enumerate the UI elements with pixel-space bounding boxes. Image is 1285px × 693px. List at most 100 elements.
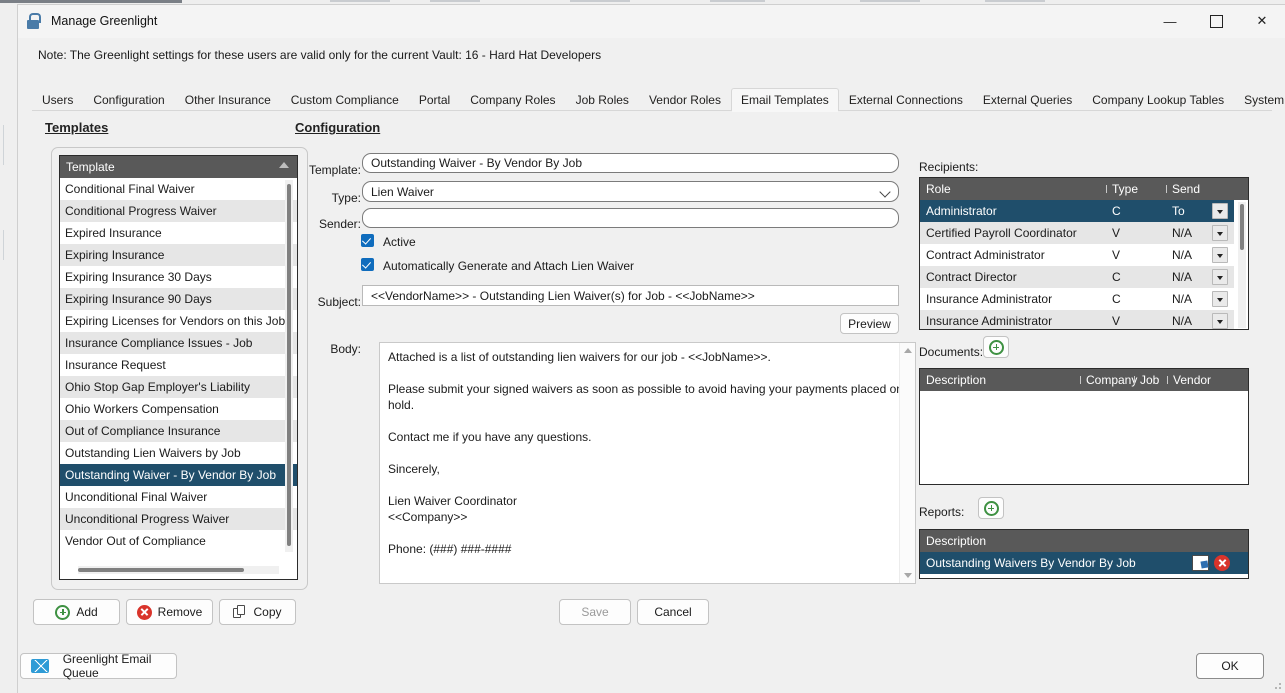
templates-vertical-scrollbar[interactable] (285, 180, 293, 552)
templates-grid-header: Template (60, 156, 297, 178)
list-item[interactable]: Unconditional Progress Waiver (60, 508, 297, 530)
save-button[interactable]: Save (559, 599, 631, 625)
documents-grid-header: Description Company Job Vendor (920, 369, 1248, 391)
documents-column-company[interactable]: Company (1080, 373, 1137, 387)
chevron-down-icon (879, 186, 891, 198)
documents-column-vendor[interactable]: Vendor (1167, 373, 1219, 387)
templates-column-template[interactable]: Template (60, 160, 297, 174)
list-item[interactable]: Out of Compliance Insurance (60, 420, 297, 442)
template-name-input[interactable]: Outstanding Waiver - By Vendor By Job (362, 153, 899, 173)
list-item-selected[interactable]: Outstanding Waiver - By Vendor By Job (60, 464, 297, 486)
tab-users[interactable]: Users (32, 88, 83, 111)
list-item[interactable]: Expiring Insurance (60, 244, 297, 266)
tab-email-templates[interactable]: Email Templates (730, 88, 839, 112)
recipients-column-send[interactable]: Send (1166, 182, 1234, 196)
list-item[interactable]: Expiring Licenses for Vendors on this Jo… (60, 310, 297, 332)
send-dropdown-button[interactable] (1212, 225, 1228, 241)
table-row[interactable]: Contract Director C N/A (920, 266, 1234, 288)
send-dropdown-button[interactable] (1212, 269, 1228, 285)
configuration-heading: Configuration (295, 120, 381, 135)
edit-icon[interactable] (1192, 555, 1209, 571)
tab-company-roles[interactable]: Company Roles (460, 88, 565, 111)
body-text: Attached is a list of outstanding lien w… (388, 350, 903, 556)
delete-circle-icon[interactable] (1214, 555, 1230, 571)
send-dropdown-button[interactable] (1212, 203, 1228, 219)
list-item[interactable]: Outstanding Lien Waivers by Job (60, 442, 297, 464)
resize-grip[interactable] (1271, 679, 1281, 689)
tab-system-lookup-tables[interactable]: System Lookup Tables (1234, 88, 1285, 111)
tab-configuration[interactable]: Configuration (83, 88, 174, 111)
recipients-grid: Role Type Send Administrator C To Certif… (919, 177, 1249, 330)
body-vertical-scrollbar[interactable] (899, 343, 915, 583)
documents-column-job[interactable]: Job (1134, 373, 1167, 387)
minimize-button[interactable]: — (1147, 5, 1193, 37)
active-checkbox-label: Active (383, 235, 416, 249)
cancel-button[interactable]: Cancel (637, 599, 709, 625)
table-row-selected[interactable]: Outstanding Waivers By Vendor By Job (920, 552, 1248, 574)
list-item[interactable]: Unconditional Final Waiver (60, 486, 297, 508)
templates-list[interactable]: Conditional Final Waiver Conditional Pro… (60, 178, 297, 579)
list-item[interactable]: Expired Insurance (60, 222, 297, 244)
documents-rows-empty[interactable] (920, 391, 1248, 484)
tab-external-queries[interactable]: External Queries (973, 88, 1082, 111)
table-row[interactable]: Certified Payroll Coordinator V N/A (920, 222, 1234, 244)
list-item[interactable]: Insurance Request (60, 354, 297, 376)
scroll-down-icon[interactable] (904, 573, 912, 578)
type-select[interactable]: Lien Waiver (362, 181, 899, 202)
add-document-button[interactable] (983, 336, 1009, 358)
tab-external-connections[interactable]: External Connections (839, 88, 973, 111)
table-row[interactable]: Insurance Administrator C N/A (920, 288, 1234, 310)
close-button[interactable]: ✕ (1239, 5, 1285, 37)
remove-button[interactable]: Remove (126, 599, 213, 625)
table-row[interactable]: Insurance Administrator V N/A (920, 310, 1234, 329)
scroll-up-icon[interactable] (904, 348, 912, 353)
list-item[interactable]: Ohio Workers Compensation (60, 398, 297, 420)
template-label: Template: (308, 163, 361, 177)
preview-button[interactable]: Preview (840, 313, 899, 334)
send-dropdown-button[interactable] (1212, 291, 1228, 307)
send-dropdown-button[interactable] (1212, 247, 1228, 263)
window-title: Manage Greenlight (51, 14, 158, 28)
recipient-type: C (1112, 270, 1121, 284)
add-report-button[interactable] (978, 497, 1004, 519)
list-item[interactable]: Insurance Compliance Issues - Job (60, 332, 297, 354)
tab-company-lookup-tables[interactable]: Company Lookup Tables (1082, 88, 1234, 111)
tab-portal[interactable]: Portal (409, 88, 460, 111)
recipients-column-role[interactable]: Role (920, 182, 1106, 196)
subject-input[interactable]: <<VendorName>> - Outstanding Lien Waiver… (362, 285, 899, 306)
table-row-selected[interactable]: Administrator C To (920, 200, 1234, 222)
tab-vendor-roles[interactable]: Vendor Roles (639, 88, 731, 111)
recipients-vertical-scrollbar[interactable] (1238, 202, 1246, 328)
tab-custom-compliance[interactable]: Custom Compliance (281, 88, 409, 111)
documents-column-description[interactable]: Description (920, 373, 1080, 387)
body-textarea[interactable]: Attached is a list of outstanding lien w… (379, 342, 916, 584)
reports-column-description[interactable]: Description (920, 534, 1196, 548)
auto-generate-checkbox[interactable] (361, 258, 374, 271)
tab-job-roles[interactable]: Job Roles (566, 88, 639, 111)
list-item[interactable]: Conditional Progress Waiver (60, 200, 297, 222)
tab-other-insurance[interactable]: Other Insurance (175, 88, 281, 111)
list-item[interactable]: Vendor Out of Compliance (60, 530, 297, 552)
list-item[interactable]: Expiring Insurance 30 Days (60, 266, 297, 288)
maximize-button[interactable] (1193, 5, 1239, 37)
recipients-rows[interactable]: Administrator C To Certified Payroll Coo… (920, 200, 1234, 329)
active-checkbox[interactable] (361, 234, 374, 247)
ok-button[interactable]: OK (1196, 653, 1264, 679)
copy-button[interactable]: Copy (219, 599, 296, 625)
table-row[interactable]: Contract Administrator V N/A (920, 244, 1234, 266)
templates-horizontal-scrollbar[interactable] (78, 566, 279, 574)
window-controls: — ✕ (1147, 5, 1285, 37)
reports-rows[interactable]: Outstanding Waivers By Vendor By Job (920, 552, 1248, 578)
list-item[interactable]: Ohio Stop Gap Employer's Liability (60, 376, 297, 398)
lock-icon (24, 12, 42, 30)
body-label: Body: (330, 342, 361, 356)
documents-grid: Description Company Job Vendor (919, 368, 1249, 485)
list-item[interactable]: Conditional Final Waiver (60, 178, 297, 200)
list-item[interactable]: Expiring Insurance 90 Days (60, 288, 297, 310)
greenlight-email-queue-button[interactable]: Greenlight Email Queue (20, 652, 177, 680)
add-button[interactable]: Add (33, 599, 120, 625)
sender-input[interactable] (362, 208, 899, 228)
templates-panel: Template Conditional Final Waiver Condit… (51, 147, 308, 590)
recipients-column-type[interactable]: Type (1106, 182, 1166, 196)
send-dropdown-button[interactable] (1212, 313, 1228, 329)
